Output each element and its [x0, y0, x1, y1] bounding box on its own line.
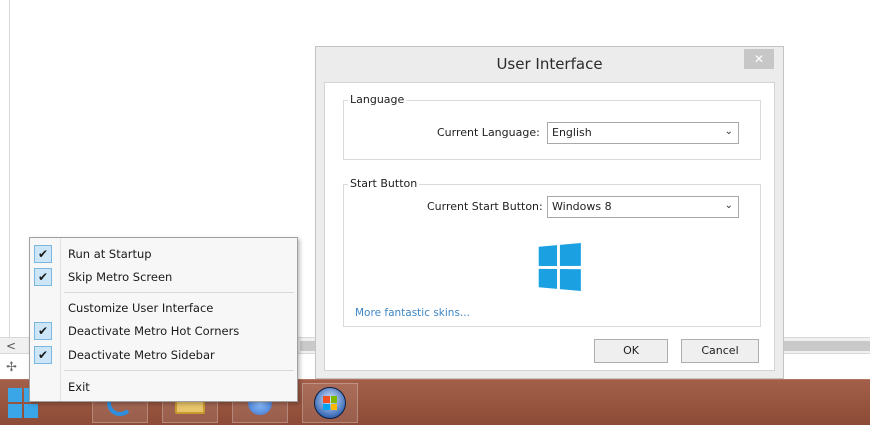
- checkmark-icon: ✔: [34, 268, 52, 286]
- menu-item-label: Skip Metro Screen: [68, 270, 173, 284]
- menu-item-label: Exit: [68, 380, 90, 394]
- cancel-button[interactable]: Cancel: [681, 339, 759, 363]
- windows8-skin-preview-icon[interactable]: [538, 242, 581, 292]
- menu-item-exit[interactable]: Exit: [30, 376, 297, 398]
- window-left-border: [9, 0, 10, 340]
- current-language-label: Current Language:: [437, 126, 540, 139]
- user-interface-dialog: User Interface ✕ Language Current Langua…: [315, 46, 784, 379]
- dialog-body: Language Current Language: English ⌄ Sta…: [324, 82, 775, 371]
- more-skins-link[interactable]: More fantastic skins...: [355, 307, 470, 319]
- menu-separator: [64, 292, 294, 293]
- language-group: Language Current Language: English ⌄: [343, 93, 761, 160]
- menu-item-label: Run at Startup: [68, 247, 152, 261]
- chevron-down-icon: ⌄: [724, 200, 733, 211]
- menu-separator: [64, 370, 294, 371]
- start-button-select-value: Windows 8: [552, 200, 612, 213]
- checkmark-icon: ✔: [34, 346, 52, 364]
- dialog-title: User Interface: [496, 55, 603, 73]
- language-select-value: English: [552, 126, 592, 139]
- menu-item-run-at-startup[interactable]: ✔ Run at Startup: [30, 243, 297, 265]
- current-start-button-label: Current Start Button:: [427, 200, 543, 213]
- ok-button[interactable]: OK: [594, 339, 668, 363]
- close-button[interactable]: ✕: [744, 49, 774, 69]
- move-handle-icon[interactable]: ✢: [6, 360, 17, 375]
- menu-item-deactivate-metro-sidebar[interactable]: ✔ Deactivate Metro Sidebar: [30, 344, 297, 366]
- scroll-left-icon[interactable]: <: [6, 339, 16, 353]
- language-group-legend: Language: [348, 93, 407, 106]
- start-button-select[interactable]: Windows 8 ⌄: [547, 196, 739, 218]
- windows7-orb-icon: [314, 387, 346, 419]
- chevron-down-icon: ⌄: [724, 126, 733, 137]
- tray-context-menu: ✔ Run at Startup ✔ Skip Metro Screen Cus…: [29, 237, 298, 402]
- menu-item-label: Deactivate Metro Sidebar: [68, 348, 215, 362]
- menu-item-customize-user-interface[interactable]: Customize User Interface: [30, 297, 297, 319]
- start-button-group-legend: Start Button: [348, 177, 420, 190]
- menu-item-label: Customize User Interface: [68, 301, 214, 315]
- menu-item-deactivate-metro-hot-corners[interactable]: ✔ Deactivate Metro Hot Corners: [30, 320, 297, 342]
- windows-logo-icon: [8, 388, 22, 402]
- close-icon: ✕: [753, 52, 765, 66]
- menu-item-skip-metro-screen[interactable]: ✔ Skip Metro Screen: [30, 266, 297, 288]
- checkmark-icon: ✔: [34, 245, 52, 263]
- taskbar-windows7-orb[interactable]: [302, 383, 358, 423]
- language-select[interactable]: English ⌄: [547, 122, 739, 144]
- menu-item-label: Deactivate Metro Hot Corners: [68, 324, 240, 338]
- checkmark-icon: ✔: [34, 322, 52, 340]
